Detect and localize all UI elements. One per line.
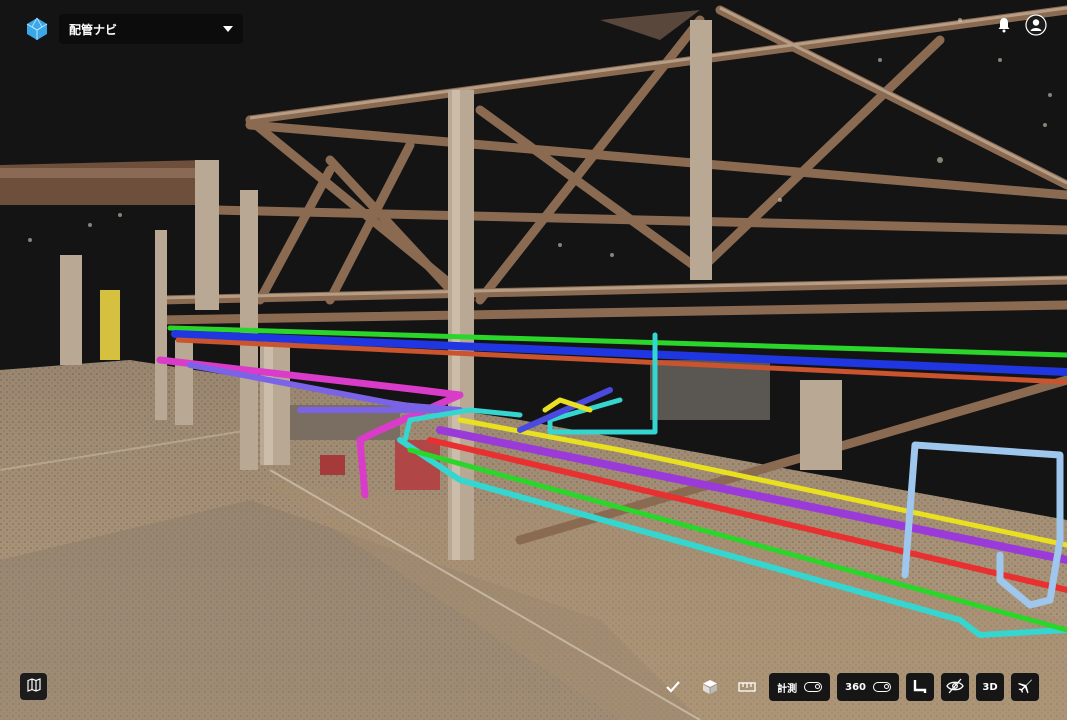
- ruler-icon[interactable]: [732, 672, 762, 702]
- view-3d-button[interactable]: 3D: [976, 673, 1004, 701]
- airplane-icon: [1017, 678, 1033, 697]
- header-actions: [993, 14, 1047, 36]
- point-cloud-scene[interactable]: [0, 0, 1067, 720]
- logo-icon: [25, 17, 49, 41]
- pipe-route-icon: [912, 678, 928, 697]
- pano-label: 360: [845, 681, 866, 693]
- map-icon: [26, 677, 41, 696]
- fly-mode-button[interactable]: [1011, 673, 1039, 701]
- point-cloud-viewport[interactable]: 配管ナビ 計測 360 3D: [0, 0, 1067, 720]
- check-icon[interactable]: [658, 672, 688, 702]
- project-name: 配管ナビ: [69, 22, 118, 37]
- visibility-button[interactable]: [941, 673, 969, 701]
- project-selector[interactable]: 配管ナビ: [59, 14, 243, 44]
- bell-icon[interactable]: [993, 14, 1015, 36]
- measure-label: 計測: [777, 683, 798, 695]
- project-header: 配管ナビ: [25, 14, 243, 44]
- map-button[interactable]: [20, 673, 47, 700]
- view-toolbar: 計測 360 3D: [658, 672, 1039, 702]
- chevron-down-icon: [223, 26, 233, 32]
- cube-icon[interactable]: [695, 672, 725, 702]
- user-icon[interactable]: [1025, 14, 1047, 36]
- pipe-route-button[interactable]: [906, 673, 934, 701]
- measure-toggle-button[interactable]: 計測: [769, 673, 831, 701]
- toggle-icon: [873, 682, 891, 692]
- toggle-icon: [804, 682, 823, 692]
- eye-off-icon: [946, 678, 964, 697]
- pano-360-toggle-button[interactable]: 360: [837, 673, 899, 701]
- view-3d-label: 3D: [982, 681, 998, 693]
